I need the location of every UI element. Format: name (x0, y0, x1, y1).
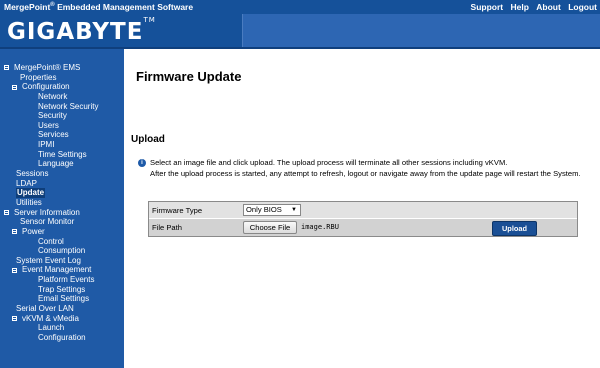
sidebar-item-label: Serial Over LAN (16, 304, 74, 314)
file-path-row: File Path Choose File image.RBU Upload (149, 219, 577, 236)
sidebar-item-sessions[interactable]: Sessions (0, 169, 124, 179)
sidebar-item-language[interactable]: Language (0, 159, 124, 169)
logout-link[interactable]: Logout (568, 2, 597, 12)
info-text-line2: After the upload process is started, any… (150, 169, 581, 178)
sidebar-item-event-management[interactable]: Event Management (0, 265, 124, 275)
info-text-line1: Select an image file and click upload. T… (150, 158, 508, 167)
collapse-toggle-icon[interactable] (12, 267, 17, 273)
choose-file-button[interactable]: Choose File (243, 221, 297, 234)
sidebar-item-consumption[interactable]: Consumption (0, 246, 124, 256)
sidebar-item-label: Time Settings (38, 149, 87, 159)
sidebar-item-label: Power (22, 226, 45, 236)
firmware-type-row: Firmware Type Only BIOS ▼ (149, 202, 577, 219)
sidebar-item-label: Properties (20, 72, 57, 82)
sidebar-item-label: Sensor Monitor (20, 217, 75, 227)
sidebar-item-label: Launch (38, 323, 65, 333)
sidebar-item-system-event-log[interactable]: System Event Log (0, 256, 124, 266)
logo-box: GIGABYTETM (0, 14, 243, 49)
sidebar-item-label: Utilities (16, 197, 42, 207)
upload-button[interactable]: Upload (492, 221, 537, 236)
selected-file-name: image.RBU (301, 223, 339, 231)
brand-stripe (243, 14, 600, 49)
brand-bar: GIGABYTETM (0, 14, 600, 49)
sidebar-item-services[interactable]: Services (0, 130, 124, 140)
sidebar-item-label: MergePoint® EMS (14, 63, 81, 72)
sidebar-item-mergepoint-ems[interactable]: MergePoint® EMS (0, 63, 124, 73)
sidebar-item-label: Services (38, 130, 69, 140)
page-title: Firmware Update (136, 69, 242, 84)
sidebar-item-label: LDAP (16, 178, 37, 188)
sidebar-item-label: Consumption (38, 246, 86, 256)
sidebar-item-label: Event Management (22, 265, 92, 275)
sidebar-item-label: Update (16, 188, 46, 198)
collapse-toggle-icon[interactable] (4, 209, 9, 215)
app-title: MergePoint® Embedded Management Software (4, 2, 194, 12)
upload-form: Firmware Type Only BIOS ▼ File Path Choo… (148, 201, 578, 237)
firmware-type-select[interactable]: Only BIOS ▼ (243, 204, 301, 216)
sidebar-item-label: Security (38, 111, 67, 121)
main-content: Firmware Update Upload i Select an image… (124, 49, 600, 368)
sidebar-item-power[interactable]: Power (0, 227, 124, 237)
sidebar-nav: MergePoint® EMS Properties Configuration Ne… (0, 57, 124, 368)
firmware-type-value: Only BIOS (246, 205, 282, 214)
about-link[interactable]: About (536, 2, 561, 12)
top-bar: MergePoint® Embedded Management Software… (0, 0, 600, 14)
sidebar-item-ldap[interactable]: LDAP (0, 179, 124, 189)
sidebar-item-time-settings[interactable]: Time Settings (0, 150, 124, 160)
sidebar-item-trap-settings[interactable]: Trap Settings (0, 285, 124, 295)
sidebar-item-label: Control (38, 236, 64, 246)
collapse-toggle-icon[interactable] (12, 315, 17, 321)
header-links: Support Help About Logout (466, 2, 597, 12)
sidebar-item-launch[interactable]: Launch (0, 323, 124, 333)
sidebar-item-configuration[interactable]: Configuration (0, 82, 124, 92)
sidebar-top-strip (0, 49, 124, 57)
sidebar-item-label: Trap Settings (38, 284, 86, 294)
sidebar-item-sensor-monitor[interactable]: Sensor Monitor (0, 217, 124, 227)
sidebar-item-serial-over-lan[interactable]: Serial Over LAN (0, 304, 124, 314)
sidebar-item-label: System Event Log (16, 255, 81, 265)
sidebar-item-label: Configuration (38, 332, 86, 342)
collapse-toggle-icon[interactable] (4, 65, 9, 71)
sidebar-item-control[interactable]: Control (0, 237, 124, 247)
sidebar-item-users[interactable]: Users (0, 121, 124, 131)
sidebar-item-label: Network (38, 91, 68, 101)
sidebar-item-label: vKVM & vMedia (22, 313, 79, 323)
file-path-label: File Path (152, 223, 182, 232)
sidebar-item-label: Sessions (16, 169, 49, 179)
collapse-toggle-icon[interactable] (12, 229, 17, 235)
sidebar-item-network[interactable]: Network (0, 92, 124, 102)
sidebar-item-label: Users (38, 120, 59, 130)
sidebar-item-update[interactable]: Update (0, 188, 124, 198)
gigabyte-logo: GIGABYTETM (7, 16, 156, 45)
sidebar-item-label: IPMI (38, 140, 55, 150)
sidebar-item-label: Network Security (38, 101, 99, 111)
sidebar-item-configuration[interactable]: Configuration (0, 333, 124, 343)
sidebar-item-label: Language (38, 159, 74, 169)
chevron-down-icon: ▼ (291, 207, 297, 213)
firmware-type-label: Firmware Type (152, 206, 203, 215)
sidebar-item-label: Server Information (14, 207, 80, 217)
collapse-toggle-icon[interactable] (12, 84, 17, 90)
sidebar-item-ipmi[interactable]: IPMI (0, 140, 124, 150)
sidebar-item-label: Platform Events (38, 275, 95, 285)
sidebar-item-security[interactable]: Security (0, 111, 124, 121)
info-message: i Select an image file and click upload.… (138, 158, 507, 167)
sidebar-item-properties[interactable]: Properties (0, 73, 124, 83)
sidebar-item-network-security[interactable]: Network Security (0, 102, 124, 112)
sidebar-item-label: Email Settings (38, 294, 90, 304)
sidebar-item-label: Configuration (22, 82, 70, 92)
sidebar-item-platform-events[interactable]: Platform Events (0, 275, 124, 285)
section-title-upload: Upload (131, 134, 165, 145)
sidebar-item-utilities[interactable]: Utilities (0, 198, 124, 208)
sidebar-item-server-information[interactable]: Server Information (0, 208, 124, 218)
help-link[interactable]: Help (510, 2, 528, 12)
support-link[interactable]: Support (471, 2, 504, 12)
sidebar-item-email-settings[interactable]: Email Settings (0, 294, 124, 304)
info-icon: i (138, 158, 146, 167)
sidebar-item-vkvm-vmedia[interactable]: vKVM & vMedia (0, 314, 124, 324)
